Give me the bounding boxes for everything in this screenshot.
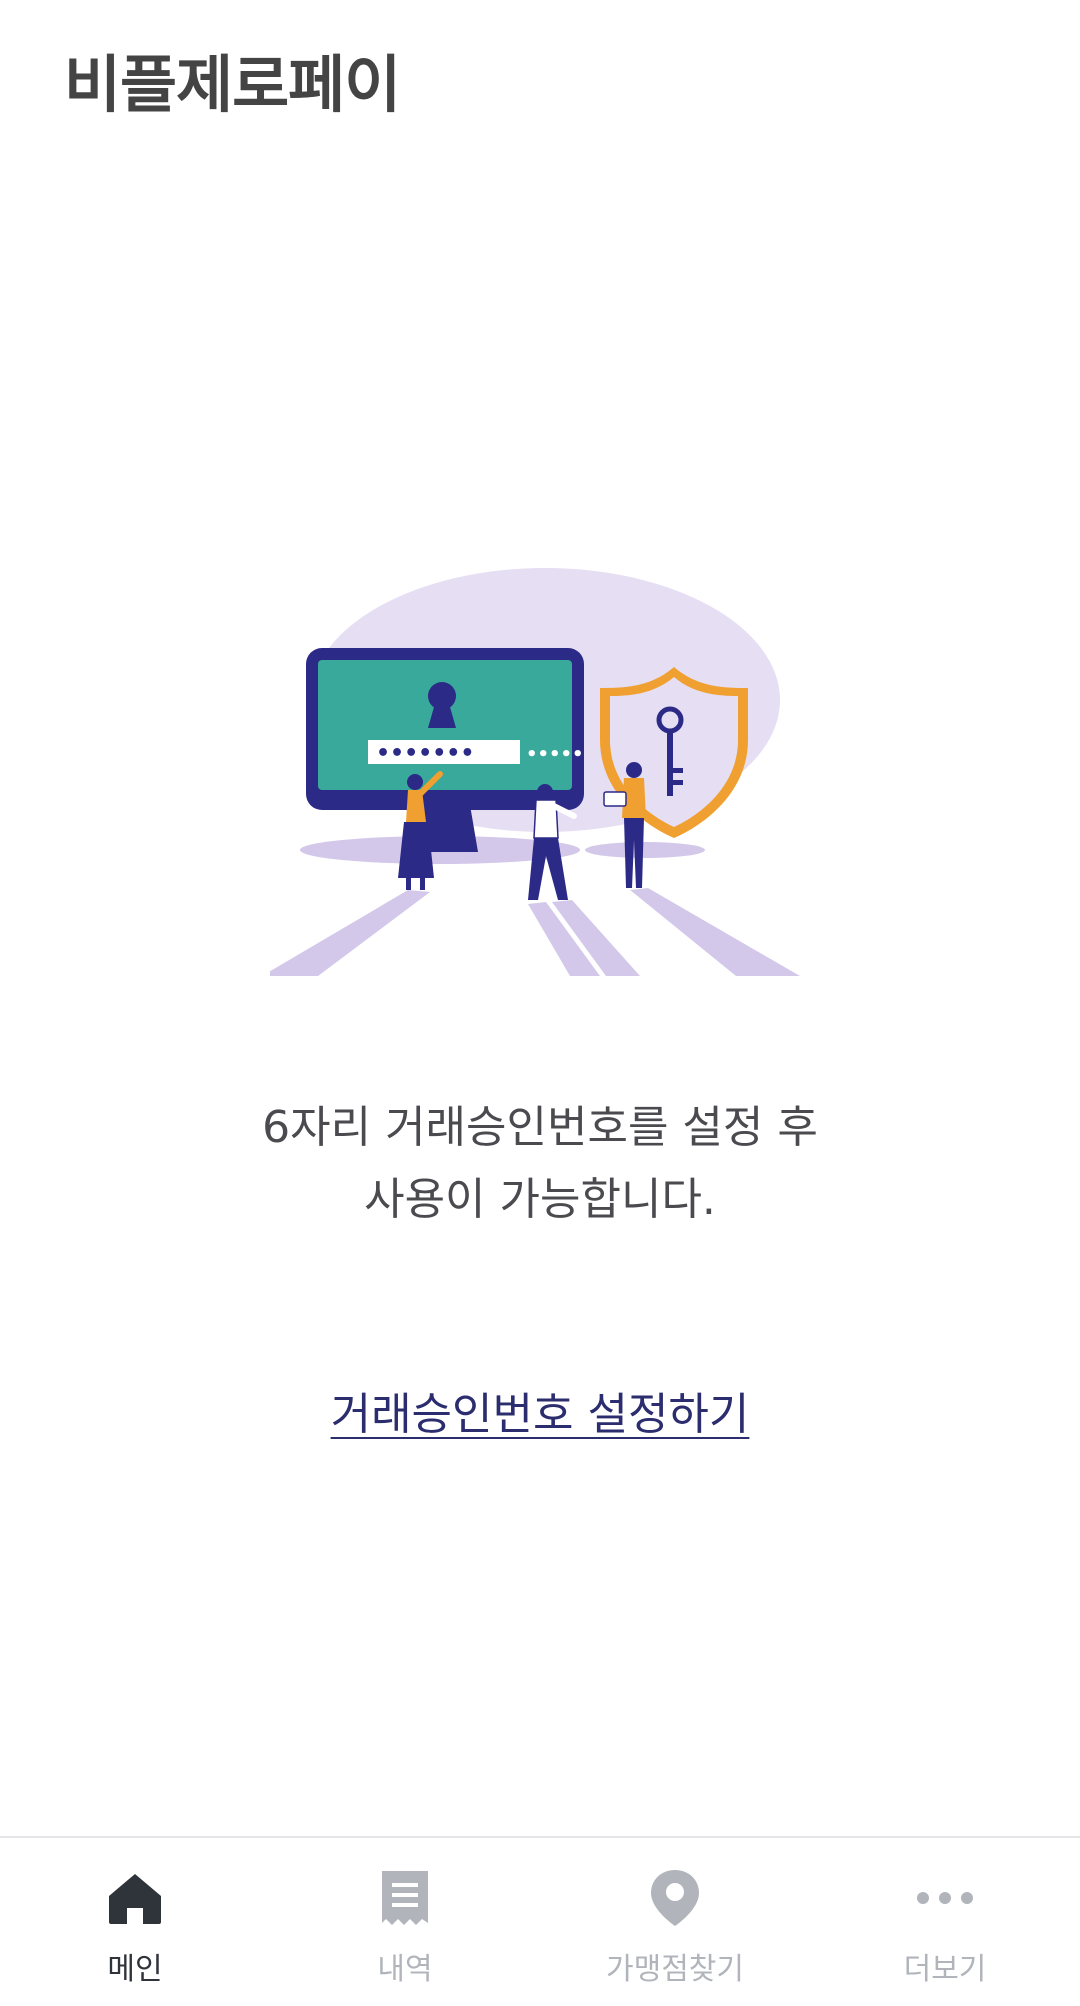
page-title: 비플제로페이: [64, 48, 401, 121]
nav-item-history[interactable]: 내역: [270, 1838, 540, 2006]
message-line-1: 6자리 거래승인번호를 설정 후: [262, 1102, 818, 1153]
setup-instruction-message: 6자리 거래승인번호를 설정 후 사용이 가능합니다.: [0, 1092, 1080, 1236]
password-dots: •••••••: [376, 741, 474, 766]
security-illustration: ••••••• •••••: [270, 568, 800, 976]
password-trail-dots: •••••: [526, 744, 584, 765]
nav-label-store-finder: 가맹점찾기: [606, 1952, 744, 1987]
receipt-icon: [373, 1866, 437, 1930]
floor-shadow-right: [585, 842, 705, 858]
nav-item-main[interactable]: 메인: [0, 1838, 270, 2006]
set-approval-pin-link[interactable]: 거래승인번호 설정하기: [331, 1389, 750, 1440]
more-dots-icon: [913, 1866, 977, 1930]
nav-label-history: 내역: [377, 1952, 433, 1987]
app-screen: 비플제로페이 ••••••• ••••• 6자리 거래승인번호를 설정 후 사용…: [0, 0, 1080, 2006]
light-beam: [270, 890, 430, 976]
location-pin-icon: [643, 1866, 707, 1930]
nav-item-more[interactable]: 더보기: [810, 1838, 1080, 2006]
nav-label-main: 메인: [107, 1952, 163, 1987]
nav-item-store-finder[interactable]: 가맹점찾기: [540, 1838, 810, 2006]
keyhole-icon: [428, 682, 456, 728]
bottom-navigation: 메인 내역 가맹점찾기 더보기: [0, 1836, 1080, 2006]
home-icon: [103, 1866, 167, 1930]
setup-link-container: 거래승인번호 설정하기: [0, 1378, 1080, 1442]
light-beam: [630, 888, 800, 976]
nav-label-more: 더보기: [903, 1952, 987, 1987]
message-line-2: 사용이 가능합니다.: [364, 1174, 716, 1225]
